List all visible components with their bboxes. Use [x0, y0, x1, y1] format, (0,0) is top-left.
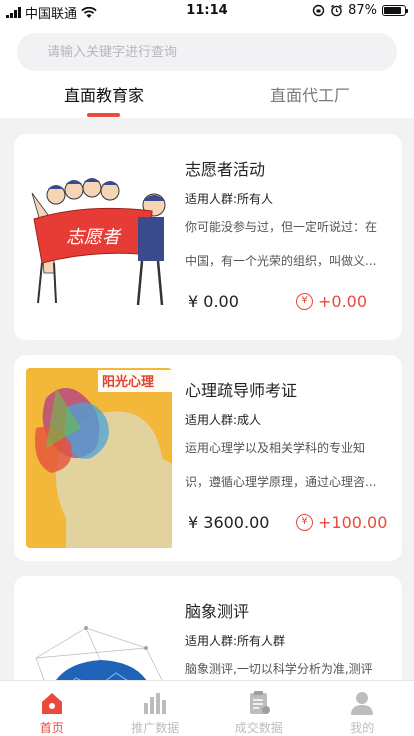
reward-amount: +0.00 — [318, 292, 368, 311]
battery-percent: 87% — [348, 3, 377, 18]
card-description-line: 中国，有一个光荣的组织，叫做义... — [185, 254, 377, 268]
course-card[interactable]: 阳光心理 心理疏导师考证 适用人群:成人 运用心理学以及相关学科的专业知 识，遵… — [14, 355, 402, 561]
bottom-tab-bar: 首页 推广数据 成交数据 我的 — [0, 680, 414, 736]
tabbar-promo-data[interactable]: 推广数据 — [104, 681, 208, 736]
tabbar-home[interactable]: 首页 — [0, 681, 104, 736]
card-title: 脑象测评 — [185, 602, 250, 621]
course-card[interactable]: 脑象测评 适用人群:所有人群 脑象测评,一切以科学分析为准,测评 — [14, 576, 402, 680]
card-description-line: 你可能没参与过，但一定听说过：在 — [185, 220, 378, 234]
course-list[interactable]: 志愿者 志愿者活动 适用人群:所有人 你可能没参与过，但一定听说过：在 中国，有… — [0, 118, 414, 680]
tabbar-label: 推广数据 — [131, 721, 180, 735]
tab-factory[interactable]: 直面代工厂 — [240, 82, 380, 106]
orientation-lock-icon — [312, 4, 325, 17]
search-input[interactable] — [47, 44, 347, 60]
active-tab-indicator — [87, 113, 120, 117]
card-description-line: 脑象测评,一切以科学分析为准,测评 — [185, 662, 373, 676]
search-bar[interactable] — [17, 33, 397, 71]
clipboard-icon — [249, 691, 270, 714]
status-bar: 中国联通 11:14 87% — [0, 0, 414, 22]
tabbar-profile[interactable]: 我的 — [311, 681, 414, 736]
tab-educator[interactable]: 直面教育家 — [34, 82, 174, 106]
volunteer-illustration: 志愿者 — [26, 163, 172, 313]
alarm-icon — [331, 4, 343, 17]
card-reward: ¥ +100.00 — [296, 513, 387, 532]
tabbar-deal-data[interactable]: 成交数据 — [207, 681, 311, 736]
card-audience: 适用人群:所有人群 — [185, 634, 286, 648]
poster-title: 阳光心理 — [102, 374, 154, 390]
course-card[interactable]: 志愿者 志愿者活动 适用人群:所有人 你可能没参与过，但一定听说过：在 中国，有… — [14, 134, 402, 340]
user-icon — [351, 692, 374, 715]
psychology-poster: 阳光心理 — [26, 368, 172, 548]
card-audience: 适用人群:成人 — [185, 413, 262, 427]
brain-network — [35, 626, 163, 680]
card-title: 心理疏导师考证 — [185, 381, 298, 400]
header: 直面教育家 直面代工厂 — [0, 22, 414, 118]
card-price: ¥ 3600.00 — [188, 513, 270, 532]
card-title: 志愿者活动 — [185, 160, 266, 179]
reward-amount: +100.00 — [318, 513, 388, 532]
battery-icon — [382, 5, 408, 16]
card-description-line: 运用心理学以及相关学科的专业知 — [185, 441, 366, 455]
tabbar-label: 成交数据 — [234, 721, 283, 735]
yen-icon: ¥ — [296, 514, 313, 531]
bar-chart-icon — [144, 693, 167, 714]
yen-icon: ¥ — [296, 293, 313, 310]
home-icon — [41, 693, 62, 714]
banner-text: 志愿者 — [66, 227, 122, 248]
tabbar-label: 我的 — [350, 721, 375, 735]
card-audience: 适用人群:所有人 — [185, 192, 274, 206]
status-right: 87% — [312, 3, 408, 18]
card-description-line: 识，遵循心理学原理，通过心理咨... — [185, 475, 377, 489]
card-reward: ¥ +0.00 — [296, 292, 367, 311]
card-price: ¥ 0.00 — [188, 292, 239, 311]
tab-bar: 直面教育家 直面代工厂 — [0, 82, 414, 118]
tabbar-label: 首页 — [39, 721, 64, 735]
